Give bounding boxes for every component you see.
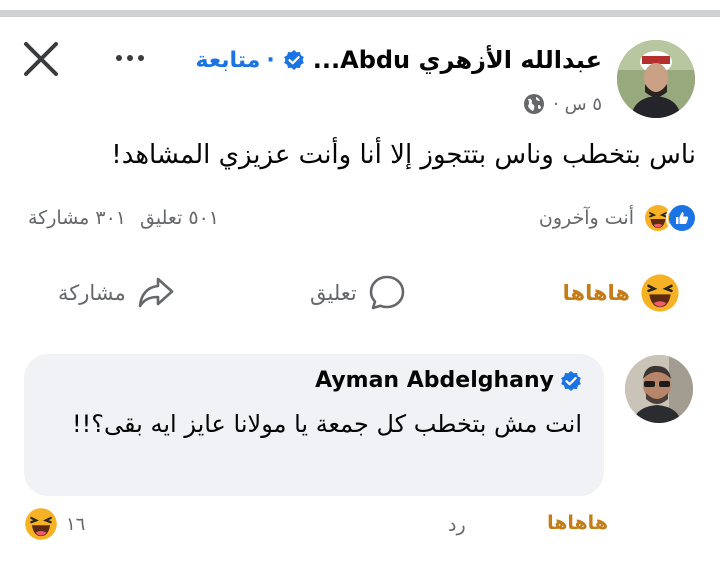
share-button[interactable]: مشاركة bbox=[58, 268, 176, 318]
post-counts: ٥٠١ تعليق ٣٠١ مشاركة bbox=[28, 200, 219, 236]
more-options-button[interactable] bbox=[108, 44, 152, 72]
post-author-name[interactable]: عبدالله الأزهري Abdu... bbox=[313, 46, 602, 74]
comment-author-avatar[interactable] bbox=[625, 355, 693, 423]
haha-emoji-icon bbox=[641, 274, 679, 312]
comment-bubble[interactable]: Ayman Abdelghany انت مش بتخطب كل جمعة يا… bbox=[24, 354, 604, 496]
reactions-text: أنت وآخرون bbox=[538, 207, 634, 229]
comment-author[interactable]: Ayman Abdelghany bbox=[315, 368, 582, 393]
comment-haha-button[interactable]: هاهاها bbox=[547, 512, 608, 534]
verified-badge-icon bbox=[561, 370, 581, 391]
close-button[interactable] bbox=[20, 38, 62, 80]
like-icon bbox=[666, 202, 698, 234]
globe-icon bbox=[524, 94, 545, 114]
haha-emoji-icon bbox=[25, 508, 57, 540]
comment-text: انت مش بتخطب كل جمعة يا مولانا عايز ايه … bbox=[72, 410, 582, 438]
share-icon bbox=[138, 277, 174, 308]
post-meta: ٥ س · bbox=[523, 90, 602, 118]
shares-count[interactable]: ٣٠١ مشاركة bbox=[28, 207, 126, 229]
comment-reactions[interactable]: ١٦ bbox=[24, 506, 85, 542]
close-icon bbox=[24, 42, 58, 76]
post-text: ناس بتخطب وناس بتتجوز إلا أنا وأنت عزيزي… bbox=[111, 140, 696, 170]
post-time[interactable]: ٥ س · bbox=[553, 94, 602, 115]
follow-separator: · bbox=[266, 47, 275, 73]
comment-label: تعليق bbox=[310, 281, 357, 305]
comment-reaction-count: ١٦ bbox=[66, 513, 86, 535]
reactions-summary[interactable]: أنت وآخرون bbox=[539, 200, 698, 236]
post-author-avatar[interactable] bbox=[617, 40, 695, 118]
more-icon bbox=[116, 55, 122, 61]
share-label: مشاركة bbox=[58, 281, 126, 305]
haha-label: هاهاها bbox=[562, 281, 630, 305]
top-divider bbox=[0, 10, 720, 17]
post-header: عبدالله الأزهري Abdu... · متابعة bbox=[196, 40, 602, 80]
haha-reaction-button[interactable]: هاهاها bbox=[563, 268, 680, 318]
comment-icon bbox=[369, 275, 405, 310]
follow-button[interactable]: متابعة bbox=[196, 48, 261, 73]
comment-button[interactable]: تعليق bbox=[310, 268, 407, 318]
comment-author-name: Ayman Abdelghany bbox=[315, 368, 554, 393]
verified-badge-icon bbox=[283, 50, 304, 70]
comments-count[interactable]: ٥٠١ تعليق bbox=[140, 207, 219, 229]
comment-reply-button[interactable]: رد bbox=[448, 514, 466, 536]
